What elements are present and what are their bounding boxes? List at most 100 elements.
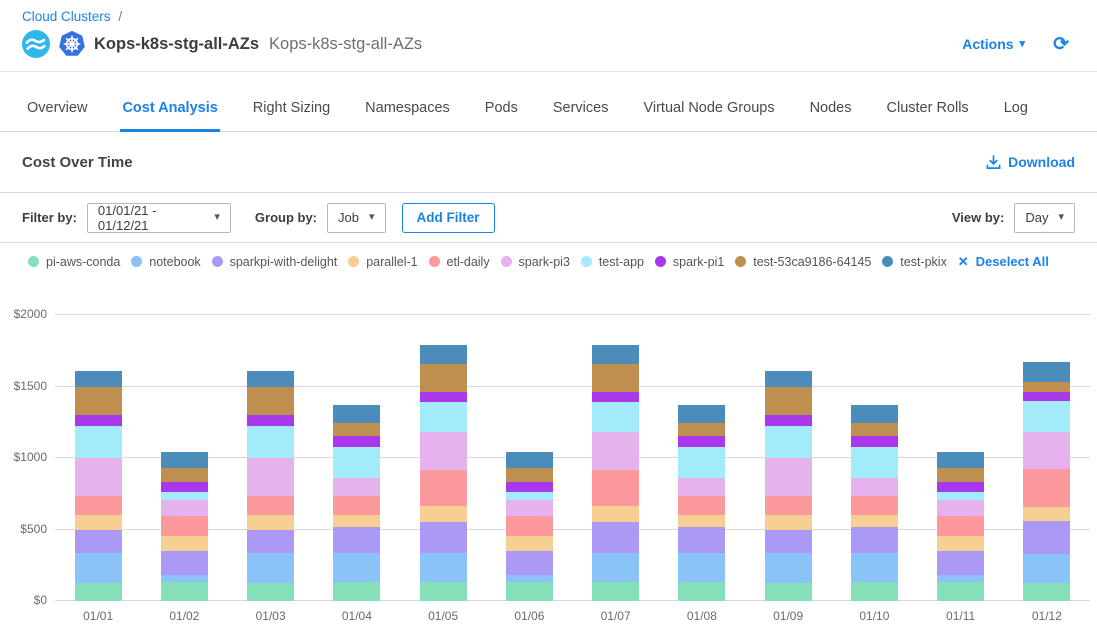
bar-segment-etl-daily <box>765 496 812 515</box>
bar-segment-etl-daily <box>75 496 122 515</box>
caret-down-icon: ▾ <box>214 212 220 223</box>
tab-virtual-node-groups[interactable]: Virtual Node Groups <box>641 82 776 132</box>
bar-segment-sparkpi-with-delight <box>678 527 725 553</box>
view-by-select[interactable]: Day ▾ <box>1014 203 1075 233</box>
legend-item-pi-aws-conda[interactable]: pi-aws-conda <box>28 255 120 269</box>
bar-segment-test-app <box>506 492 553 500</box>
legend-item-sparkpi-with-delight[interactable]: sparkpi-with-delight <box>212 255 338 269</box>
bar-segment-notebook <box>247 553 294 583</box>
bar-segment-pi-aws-conda <box>592 582 639 601</box>
stacked-bar-01-12[interactable] <box>1023 362 1070 601</box>
bar-segment-spark-pi3 <box>420 432 467 471</box>
bar-segment-spark-pi1 <box>506 482 553 493</box>
bar-segment-spark-pi3 <box>765 458 812 496</box>
stacked-bar-01-09[interactable] <box>765 371 812 601</box>
stacked-bar-01-03[interactable] <box>247 371 294 601</box>
bar-segment-test-53ca9186-64145 <box>851 423 898 436</box>
stacked-bar-01-05[interactable] <box>420 345 467 601</box>
tab-right-sizing[interactable]: Right Sizing <box>251 82 332 132</box>
legend-label: test-app <box>599 255 644 269</box>
stacked-bar-01-08[interactable] <box>678 405 725 601</box>
stacked-bar-01-10[interactable] <box>851 405 898 601</box>
tab-cluster-rolls[interactable]: Cluster Rolls <box>885 82 971 132</box>
actions-label: Actions <box>962 36 1013 52</box>
stacked-bar-01-04[interactable] <box>333 405 380 601</box>
stacked-bar-01-11[interactable] <box>937 452 984 601</box>
refresh-icon[interactable]: ⟳ <box>1053 33 1069 56</box>
x-axis-tick-label: 01/08 <box>659 609 745 623</box>
bar-segment-sparkpi-with-delight <box>333 527 380 553</box>
bar-segment-spark-pi3 <box>333 478 380 496</box>
stacked-bar-01-02[interactable] <box>161 452 208 601</box>
section-header: Cost Over Time Download <box>0 132 1097 193</box>
tab-overview[interactable]: Overview <box>25 82 89 132</box>
x-axis-tick-label: 01/12 <box>1004 609 1090 623</box>
bar-segment-test-app <box>420 402 467 432</box>
legend-item-etl-daily[interactable]: etl-daily <box>429 255 490 269</box>
tab-cost-analysis[interactable]: Cost Analysis <box>120 82 219 132</box>
add-filter-button[interactable]: Add Filter <box>402 203 495 233</box>
bar-segment-spark-pi3 <box>506 500 553 516</box>
y-axis-tick-label: $1000 <box>14 450 47 464</box>
legend-dot-icon <box>348 256 359 267</box>
bar-segment-pi-aws-conda <box>75 583 122 601</box>
bar-segment-etl-daily <box>333 496 380 515</box>
bar-slot-01-05 <box>400 315 486 601</box>
legend-item-test-app[interactable]: test-app <box>581 255 644 269</box>
legend-item-notebook[interactable]: notebook <box>131 255 200 269</box>
tab-namespaces[interactable]: Namespaces <box>363 82 452 132</box>
tab-services[interactable]: Services <box>551 82 611 132</box>
legend-item-test-pkix[interactable]: test-pkix <box>882 255 947 269</box>
bar-segment-test-pkix <box>161 452 208 468</box>
bar-slot-01-08 <box>659 315 745 601</box>
cluster-subtitle: Kops-k8s-stg-all-AZs <box>269 35 422 54</box>
tab-log[interactable]: Log <box>1002 82 1030 132</box>
breadcrumb-link-cloud-clusters[interactable]: Cloud Clusters <box>22 9 111 24</box>
bar-segment-spark-pi1 <box>592 392 639 402</box>
bar-segment-pi-aws-conda <box>1023 583 1070 601</box>
bar-segment-test-53ca9186-64145 <box>161 468 208 482</box>
bar-segment-sparkpi-with-delight <box>506 551 553 575</box>
tab-nodes[interactable]: Nodes <box>808 82 854 132</box>
download-button[interactable]: Download <box>986 154 1075 170</box>
bar-segment-test-pkix <box>75 371 122 387</box>
stacked-bar-01-07[interactable] <box>592 345 639 601</box>
group-by-select[interactable]: Job ▾ <box>327 203 386 233</box>
date-range-select[interactable]: 01/01/21 - 01/12/21 ▾ <box>87 203 231 233</box>
bar-segment-notebook <box>333 553 380 582</box>
legend-item-test-53ca9186-64145[interactable]: test-53ca9186-64145 <box>735 255 871 269</box>
actions-button[interactable]: Actions ▾ <box>962 36 1025 52</box>
bar-segment-test-pkix <box>851 405 898 423</box>
caret-down-icon: ▾ <box>1058 212 1064 223</box>
bar-segment-pi-aws-conda <box>937 582 984 601</box>
legend-dot-icon <box>501 256 512 267</box>
bar-segment-parallel-1 <box>247 515 294 529</box>
bar-segment-test-53ca9186-64145 <box>75 387 122 416</box>
x-axis-labels: 01/0101/0201/0301/0401/0501/0601/0701/08… <box>55 609 1090 623</box>
stacked-bar-01-06[interactable] <box>506 452 553 601</box>
group-by-label: Group by: <box>255 210 317 225</box>
bar-slot-01-02 <box>141 315 227 601</box>
bar-segment-notebook <box>765 553 812 583</box>
download-label: Download <box>1008 154 1075 170</box>
breadcrumb-separator: / <box>118 9 122 24</box>
x-axis-tick-label: 01/01 <box>55 609 141 623</box>
legend-item-spark-pi3[interactable]: spark-pi3 <box>501 255 570 269</box>
bar-slot-01-06 <box>486 315 572 601</box>
bar-segment-sparkpi-with-delight <box>592 522 639 553</box>
legend-dot-icon <box>581 256 592 267</box>
group-by-value: Job <box>338 210 359 225</box>
bar-segment-notebook <box>592 553 639 582</box>
bar-segment-test-53ca9186-64145 <box>937 468 984 482</box>
chart-legend: pi-aws-conda notebook sparkpi-with-delight… <box>0 243 1097 280</box>
legend-item-spark-pi1[interactable]: spark-pi1 <box>655 255 724 269</box>
deselect-all-button[interactable]: ✕Deselect All <box>958 254 1049 270</box>
legend-item-parallel-1[interactable]: parallel-1 <box>348 255 417 269</box>
tab-pods[interactable]: Pods <box>483 82 520 132</box>
bar-segment-test-pkix <box>506 452 553 468</box>
bar-segment-pi-aws-conda <box>161 582 208 601</box>
stacked-bar-01-01[interactable] <box>75 371 122 601</box>
bar-segment-sparkpi-with-delight <box>420 522 467 553</box>
legend-dot-icon <box>131 256 142 267</box>
bar-segment-test-pkix <box>765 371 812 387</box>
